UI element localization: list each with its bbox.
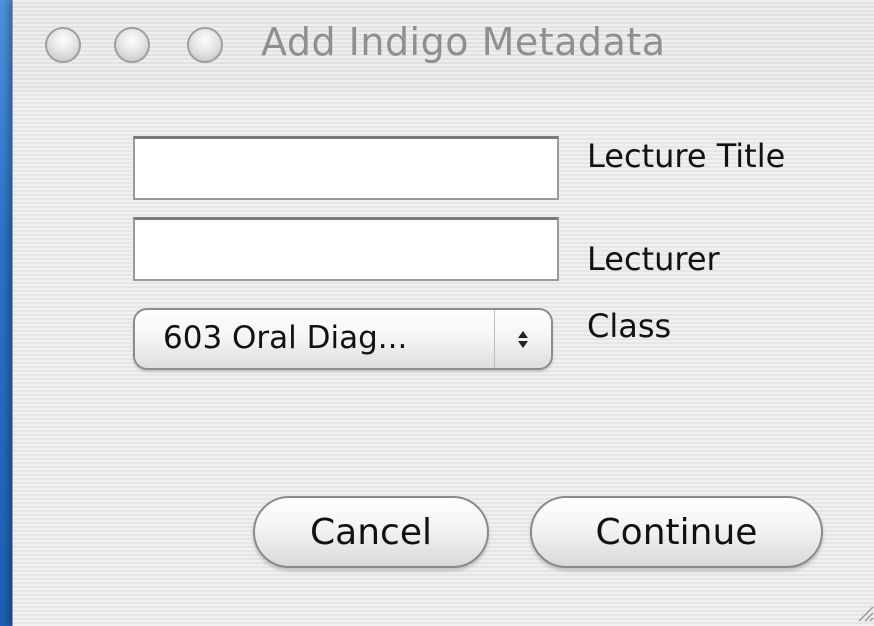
cancel-button[interactable]: Cancel <box>253 496 489 568</box>
continue-button[interactable]: Continue <box>530 496 823 568</box>
close-window-button[interactable] <box>45 27 81 63</box>
lecture-title-label: Lecture Title <box>587 137 786 175</box>
lecture-title-input[interactable] <box>133 136 559 200</box>
desktop-background: Add Indigo Metadata Lecture Title Lectur… <box>0 0 874 626</box>
popup-arrows-icon <box>494 310 551 368</box>
lecturer-label: Lecturer <box>587 240 720 278</box>
lecturer-input[interactable] <box>133 217 559 281</box>
window-title: Add Indigo Metadata <box>261 20 666 64</box>
title-bar[interactable]: Add Indigo Metadata <box>13 0 874 92</box>
class-popup-button[interactable]: 603 Oral Diag... <box>133 308 553 370</box>
dialog-window: Add Indigo Metadata Lecture Title Lectur… <box>12 0 874 626</box>
resize-grip-icon[interactable] <box>851 602 874 622</box>
minimize-window-button[interactable] <box>114 27 150 63</box>
arrow-down-icon <box>518 340 528 348</box>
arrow-up-icon <box>518 330 528 338</box>
zoom-window-button[interactable] <box>187 27 223 63</box>
class-selected-value: 603 Oral Diag... <box>163 320 408 356</box>
class-label: Class <box>587 307 672 345</box>
